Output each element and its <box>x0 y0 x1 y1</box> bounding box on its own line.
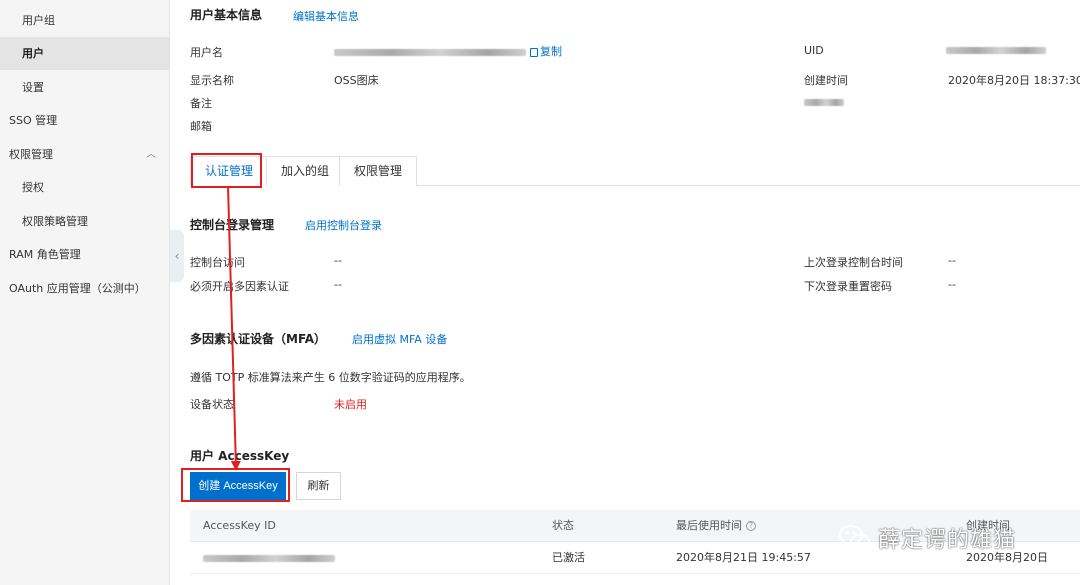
watermark: 薛定谔的雄猫 <box>838 521 1016 555</box>
chevron-left-icon: ‹ <box>174 249 180 263</box>
sidebar-item-settings[interactable]: 设置 <box>0 71 170 104</box>
enable-mfa-link[interactable]: 启用虚拟 MFA 设备 <box>352 331 447 347</box>
tab-permissions[interactable]: 权限管理 <box>339 156 418 186</box>
redacted-uid <box>946 46 1046 54</box>
sidebar-item-sso[interactable]: SSO 管理 <box>0 104 170 137</box>
sidebar-item-label: SSO 管理 <box>9 114 58 127</box>
chevron-up-icon[interactable]: ︿ <box>146 138 156 171</box>
created-time-label: 创建时间 <box>804 74 848 87</box>
accesskey-title: 用户 AccessKey <box>190 449 290 463</box>
sidebar: 用户组 用户 设置 SSO 管理 权限管理 ︿ 授权 权限策略管理 RAM 角色管… <box>0 0 170 585</box>
mfa-required-value: -- <box>334 278 342 291</box>
sidebar-item-label: 用户组 <box>22 14 55 27</box>
uid-label: UID <box>804 44 824 57</box>
enable-console-login-link[interactable]: 启用控制台登录 <box>305 217 382 233</box>
redacted-username <box>334 48 526 56</box>
sidebar-item-permissions[interactable]: 权限管理 ︿ <box>0 138 170 171</box>
sidebar-item-label: 授权 <box>22 181 44 194</box>
console-access-value: -- <box>334 254 342 267</box>
column-header: 状态 <box>552 519 574 532</box>
uid-value <box>946 43 1046 56</box>
redacted-accesskey-id <box>203 554 335 562</box>
edit-basic-info-link[interactable]: 编辑基本信息 <box>293 8 359 24</box>
sidebar-item-label: 权限管理 <box>9 148 53 161</box>
device-status-value: 未启用 <box>334 398 367 411</box>
tab-joined-groups[interactable]: 加入的组 <box>266 156 345 186</box>
mfa-description: 遵循 TOTP 标准算法来产生 6 位数字验证码的应用程序。 <box>190 371 471 384</box>
email-label: 邮箱 <box>190 120 212 133</box>
sidebar-item-grants[interactable]: 授权 <box>0 171 170 204</box>
display-name-label: 显示名称 <box>190 74 234 87</box>
username-label: 用户名 <box>190 46 223 59</box>
mfa-required-label: 必须开启多因素认证 <box>190 280 289 293</box>
refresh-button[interactable]: 刷新 <box>296 472 341 500</box>
sidebar-item-label: RAM 角色管理 <box>9 248 81 261</box>
copy-icon[interactable] <box>530 47 538 57</box>
sidebar-item-oauth[interactable]: OAuth 应用管理（公测中） <box>0 272 170 305</box>
annotation-highlight-tab <box>191 153 262 188</box>
annotation-highlight-button <box>181 468 290 502</box>
tab-bar: 认证管理 加入的组 权限管理 <box>190 156 1080 187</box>
remark-label: 备注 <box>190 97 212 110</box>
console-login-title: 控制台登录管理 <box>190 218 275 232</box>
reset-password-label: 下次登录重置密码 <box>804 280 892 293</box>
remark-value <box>804 95 844 108</box>
sidebar-item-user-groups[interactable]: 用户组 <box>0 4 170 37</box>
sidebar-collapse-handle[interactable]: ‹ <box>170 230 184 282</box>
console-access-label: 控制台访问 <box>190 256 245 269</box>
column-header: AccessKey ID <box>203 519 276 532</box>
accesskey-id-cell <box>203 542 335 574</box>
watermark-text: 薛定谔的雄猫 <box>878 528 1017 553</box>
main-content: 用户基本信息 编辑基本信息 用户名 复制 UID 显示名称 OSS图床 创建时间… <box>181 0 1080 585</box>
device-status-label: 设备状态 <box>190 398 234 411</box>
display-name-value: OSS图床 <box>334 74 379 87</box>
last-login-value: -- <box>948 254 956 267</box>
last-used-cell: 2020年8月21日 19:45:57 <box>676 551 811 564</box>
sidebar-item-users[interactable]: 用户 <box>0 37 170 70</box>
mfa-title: 多因素认证设备（MFA） <box>190 332 327 346</box>
sidebar-item-label: 权限策略管理 <box>22 215 88 228</box>
username-value: 复制 <box>334 43 562 59</box>
sidebar-item-label: 用户 <box>22 47 44 60</box>
redacted-remark <box>804 98 844 106</box>
sidebar-item-label: OAuth 应用管理（公测中） <box>9 282 146 295</box>
column-header-label: 最后使用时间 <box>676 519 742 532</box>
sidebar-item-label: 设置 <box>22 81 44 94</box>
copy-link[interactable]: 复制 <box>540 45 562 58</box>
wechat-icon <box>839 525 870 551</box>
column-header: 最后使用时间? <box>676 510 756 542</box>
reset-password-value: -- <box>948 278 956 291</box>
sidebar-item-policies[interactable]: 权限策略管理 <box>0 205 170 238</box>
created-time-value: 2020年8月20日 18:37:30 <box>948 74 1080 87</box>
sidebar-item-ram-roles[interactable]: RAM 角色管理 <box>0 238 170 271</box>
last-login-label: 上次登录控制台时间 <box>804 256 903 269</box>
basic-info-title: 用户基本信息 <box>190 8 263 22</box>
help-icon[interactable]: ? <box>746 521 756 531</box>
status-cell: 已激活 <box>552 551 585 564</box>
